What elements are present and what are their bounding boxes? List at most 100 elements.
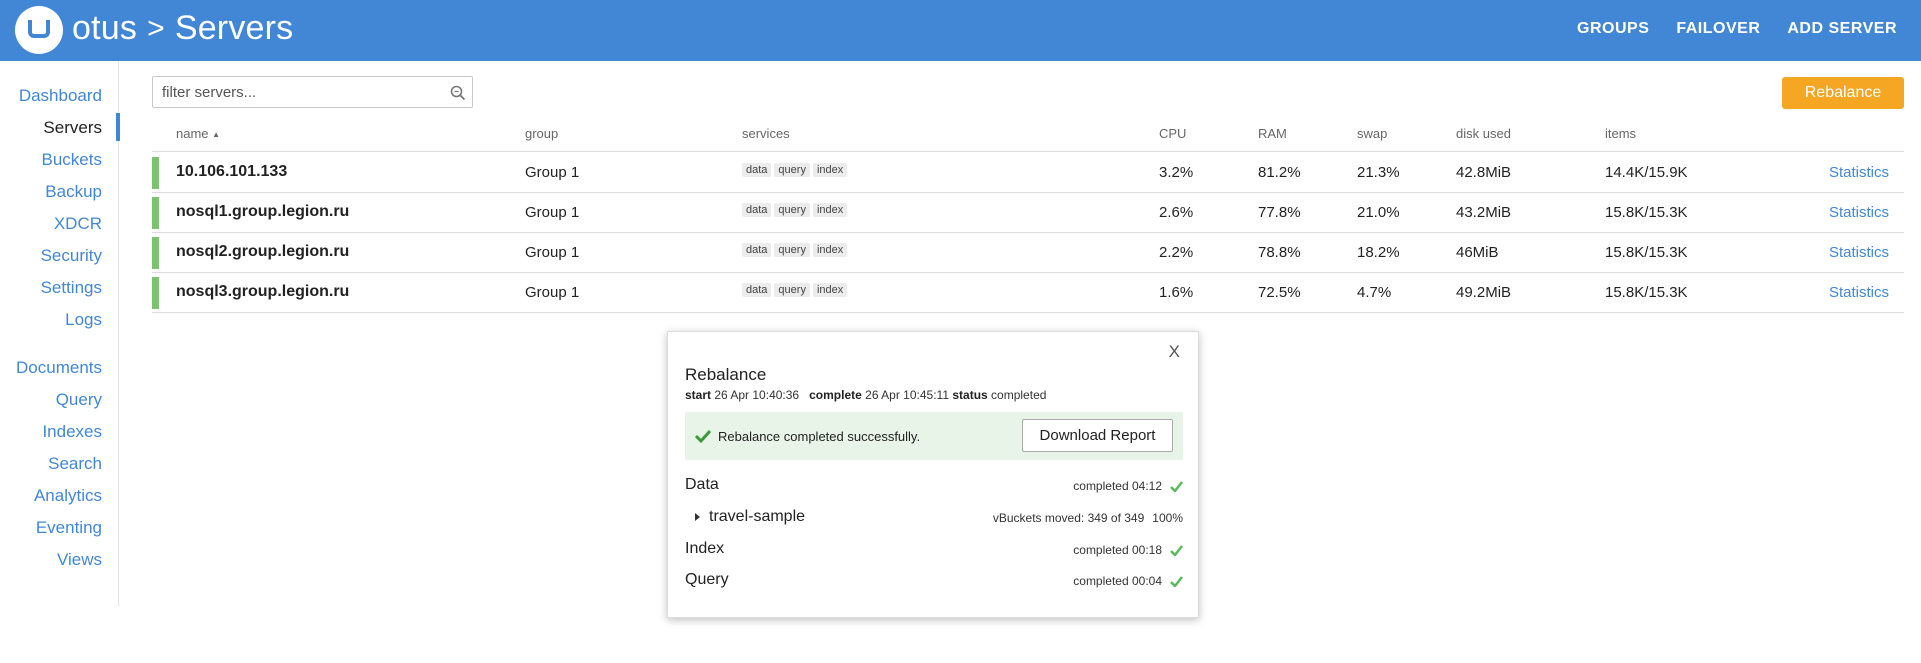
cluster-name[interactable]: otus	[72, 9, 137, 48]
section-status-text: completed 04:12	[1073, 479, 1162, 493]
server-ram: 81.2%	[1258, 164, 1301, 181]
service-badge: index	[812, 203, 848, 217]
server-disk-used: 42.8MiB	[1456, 164, 1512, 181]
vbuckets-moved: vBuckets moved: 349 of 349	[992, 511, 1145, 525]
start-label: start	[685, 388, 712, 402]
bucket-progress: vBuckets moved: 349 of 349 100%	[993, 511, 1183, 525]
column-header-disk-used[interactable]: disk used	[1456, 126, 1511, 141]
rebalance-button[interactable]: Rebalance	[1782, 77, 1904, 109]
server-ram: 72.5%	[1258, 284, 1301, 301]
complete-time: 26 Apr 10:45:11	[865, 388, 950, 402]
sidebar-item-xdcr[interactable]: XDCR	[54, 214, 102, 234]
bucket-expander[interactable]: travel-sample	[695, 508, 805, 526]
dialog-title: Rebalance	[685, 365, 767, 384]
service-badge: data	[742, 243, 772, 257]
search-icon[interactable]	[449, 84, 467, 102]
servers-table-header: name ▲ group services CPU RAM swap disk …	[152, 126, 1904, 152]
statistics-link[interactable]: Statistics	[1829, 204, 1889, 221]
sidebar-item-settings[interactable]: Settings	[41, 278, 102, 298]
statistics-link[interactable]: Statistics	[1829, 164, 1889, 181]
sidebar-item-views[interactable]: Views	[57, 550, 102, 570]
header-actions: GROUPS FAILOVER ADD SERVER	[1577, 20, 1897, 38]
server-items: 15.8K/15.3K	[1605, 204, 1688, 221]
section-status-text: completed 00:18	[1073, 543, 1162, 557]
sidebar-item-analytics[interactable]: Analytics	[34, 486, 102, 506]
table-row[interactable]: 10.106.101.133 Group 1 data query index …	[152, 153, 1904, 193]
sidebar-item-eventing[interactable]: Eventing	[36, 518, 102, 538]
column-header-items[interactable]: items	[1605, 126, 1636, 141]
breadcrumb-separator-icon: >	[147, 11, 165, 45]
section-bucket-travel-sample[interactable]: travel-sample vBuckets moved: 349 of 349…	[685, 508, 1183, 530]
close-dialog-button[interactable]: X	[1169, 342, 1180, 362]
server-name: nosql3.group.legion.ru	[176, 283, 350, 300]
service-badge: index	[812, 163, 848, 177]
table-row[interactable]: nosql1.group.legion.ru Group 1 data quer…	[152, 193, 1904, 233]
sort-ascending-icon: ▲	[212, 130, 221, 140]
server-cpu: 1.6%	[1159, 284, 1194, 301]
sidebar-item-backup[interactable]: Backup	[45, 182, 102, 202]
failover-link[interactable]: FAILOVER	[1676, 20, 1760, 38]
page-title: Servers	[174, 9, 294, 47]
download-report-button[interactable]: Download Report	[1022, 419, 1173, 452]
column-header-services[interactable]: services	[742, 126, 790, 141]
server-cpu: 2.2%	[1159, 244, 1194, 261]
service-badge: query	[774, 163, 810, 177]
table-row[interactable]: nosql3.group.legion.ru Group 1 data quer…	[152, 273, 1904, 313]
sidebar-item-dashboard[interactable]: Dashboard	[19, 86, 102, 106]
active-indicator	[116, 113, 120, 141]
server-disk-used: 49.2MiB	[1456, 284, 1512, 301]
section-status: completed 00:18	[1073, 543, 1183, 557]
section-query: Query completed 00:04	[685, 571, 1183, 593]
sidebar-item-buckets[interactable]: Buckets	[42, 150, 102, 170]
top-header: otus > Servers GROUPS FAILOVER ADD SERVE…	[0, 0, 1921, 61]
server-disk-used: 43.2MiB	[1456, 204, 1512, 221]
server-name: 10.106.101.133	[176, 163, 288, 180]
checkmark-icon	[1170, 544, 1183, 556]
column-header-swap[interactable]: swap	[1357, 126, 1387, 141]
rebalance-report-dialog: X Rebalance start 26 Apr 10:40:36 comple…	[667, 331, 1199, 618]
column-header-name[interactable]: name ▲	[176, 126, 220, 141]
checkmark-icon	[695, 429, 711, 443]
sidebar-item-indexes[interactable]: Indexes	[42, 422, 102, 442]
column-name-label: name	[176, 126, 209, 141]
server-name: nosql2.group.legion.ru	[176, 243, 350, 260]
service-badge: query	[774, 243, 810, 257]
start-time: 26 Apr 10:40:36	[714, 388, 800, 402]
sidebar-item-documents[interactable]: Documents	[16, 358, 102, 378]
sidebar-item-query[interactable]: Query	[56, 390, 102, 410]
success-banner: Rebalance completed successfully. Downlo…	[685, 412, 1183, 460]
column-header-group[interactable]: group	[525, 126, 558, 141]
section-data: Data completed 04:12	[685, 476, 1183, 498]
server-items: 15.8K/15.3K	[1605, 244, 1688, 261]
section-index: Index completed 00:18	[685, 540, 1183, 562]
server-group: Group 1	[525, 284, 580, 301]
filter-servers-field	[152, 76, 473, 108]
progress-percent: 100%	[1152, 511, 1183, 525]
breadcrumb: otus > Servers	[72, 9, 293, 48]
filter-servers-input[interactable]	[153, 77, 433, 107]
server-items: 15.8K/15.3K	[1605, 284, 1688, 301]
checkmark-icon	[1170, 480, 1183, 492]
table-row[interactable]: nosql2.group.legion.ru Group 1 data quer…	[152, 233, 1904, 273]
sidebar-item-security[interactable]: Security	[41, 246, 102, 266]
statistics-link[interactable]: Statistics	[1829, 244, 1889, 261]
service-badge: index	[812, 243, 848, 257]
bucket-name: travel-sample	[709, 508, 806, 525]
sidebar-item-logs[interactable]: Logs	[65, 310, 102, 330]
server-services: data query index	[742, 283, 848, 297]
service-badge: query	[774, 283, 810, 297]
server-swap: 18.2%	[1357, 244, 1400, 261]
statistics-link[interactable]: Statistics	[1829, 284, 1889, 301]
server-swap: 4.7%	[1357, 284, 1392, 301]
sidebar-item-servers[interactable]: Servers	[43, 118, 102, 138]
add-server-link[interactable]: ADD SERVER	[1787, 20, 1897, 38]
section-status: completed 00:04	[1073, 574, 1183, 588]
couchbase-logo-icon[interactable]	[15, 6, 63, 54]
groups-link[interactable]: GROUPS	[1577, 20, 1649, 38]
server-cpu: 2.6%	[1159, 204, 1194, 221]
column-header-ram[interactable]: RAM	[1258, 126, 1287, 141]
sidebar-item-search[interactable]: Search	[48, 454, 102, 474]
server-group: Group 1	[525, 244, 580, 261]
server-name: nosql1.group.legion.ru	[176, 203, 350, 220]
column-header-cpu[interactable]: CPU	[1159, 126, 1186, 141]
